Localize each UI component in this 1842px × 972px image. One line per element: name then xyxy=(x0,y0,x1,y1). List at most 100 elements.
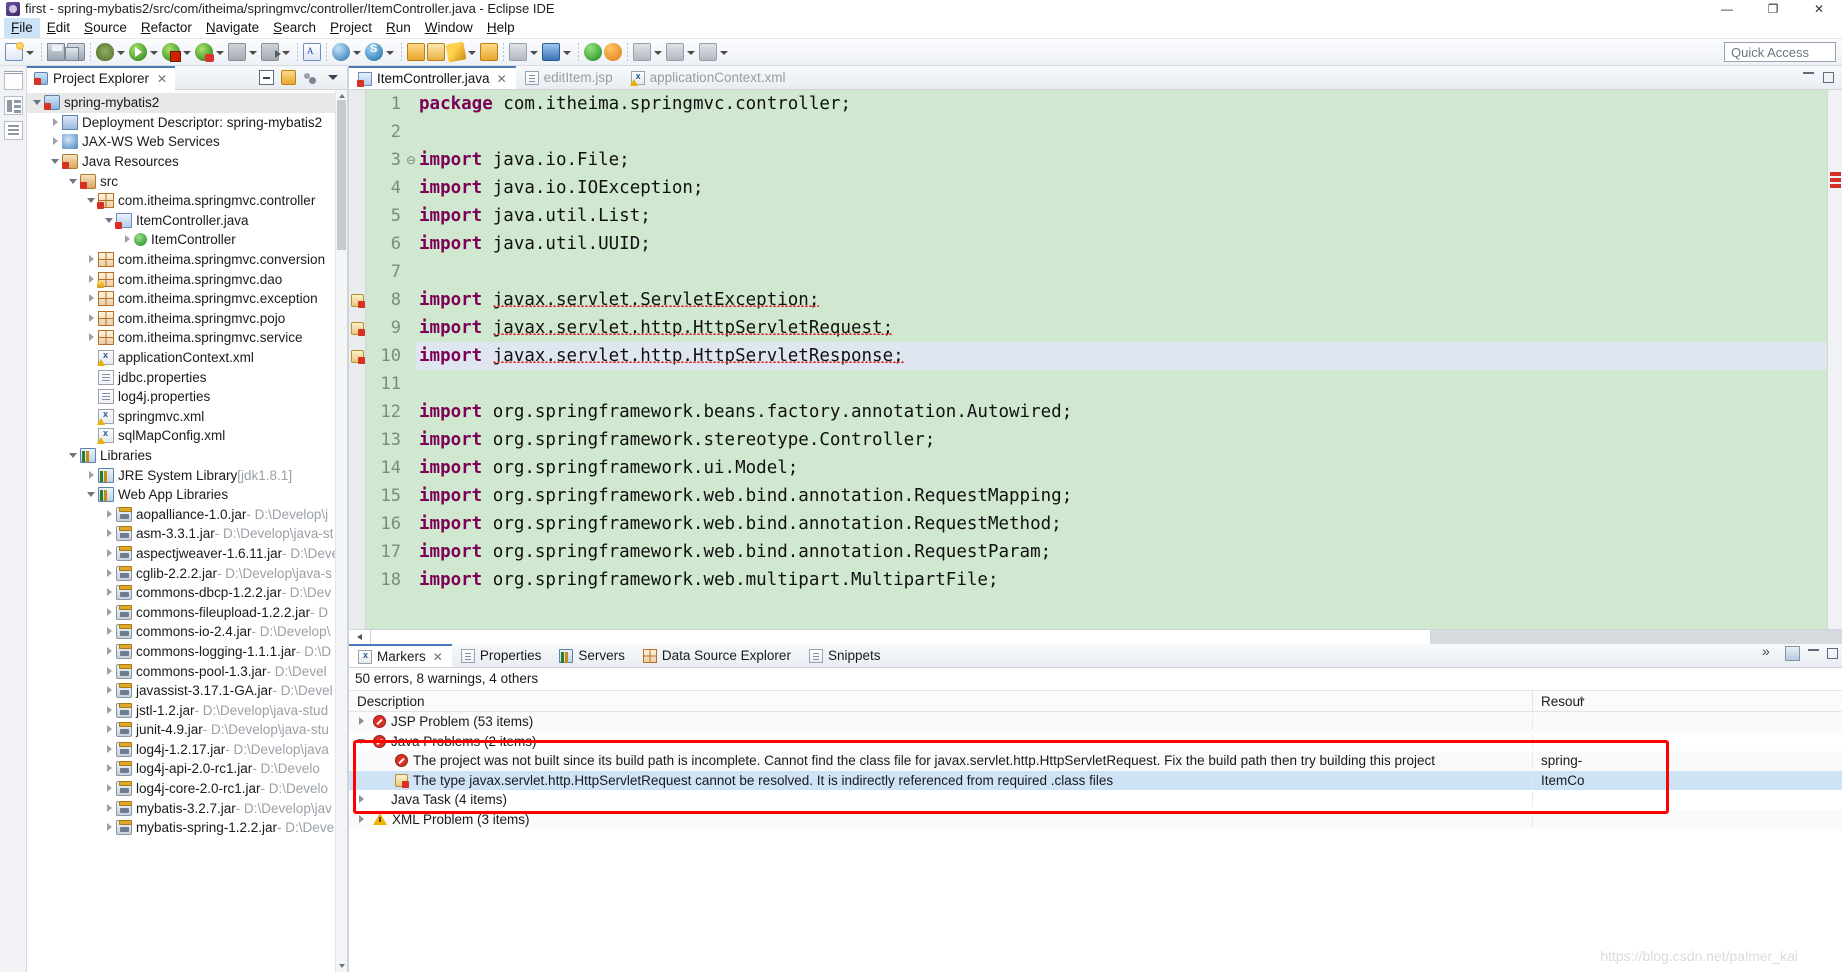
hscroll-track[interactable] xyxy=(371,629,1842,645)
tab-project-explorer[interactable]: Project Explorer ✕ xyxy=(27,65,176,90)
overview-ruler-error-mark[interactable] xyxy=(1830,172,1841,176)
chevron-right-icon[interactable] xyxy=(103,567,116,580)
code-line[interactable]: package com.itheima.springmvc.controller… xyxy=(416,90,1827,118)
minimize-editor-icon[interactable] xyxy=(1803,72,1814,83)
tree-item[interactable]: springmvc.xml xyxy=(27,407,347,427)
tree-item[interactable]: log4j.properties xyxy=(27,387,347,407)
chevron-right-icon[interactable] xyxy=(355,793,368,806)
tree-item[interactable]: log4j-api-2.0-rc1.jar - D:\Develo xyxy=(27,759,347,779)
chevron-right-icon[interactable] xyxy=(103,684,116,697)
next-annotation-dropdown-icon[interactable] xyxy=(561,43,572,61)
tree-item[interactable]: commons-io-2.4.jar - D:\Develop\ xyxy=(27,622,347,642)
tree-item[interactable]: src xyxy=(27,171,347,191)
view-tab-snippets[interactable]: Snippets xyxy=(800,644,890,667)
fold-toggle-icon[interactable]: ⊖ xyxy=(406,146,416,174)
tree-item[interactable]: commons-fileupload-1.2.2.jar - D xyxy=(27,602,347,622)
chevron-right-icon[interactable] xyxy=(355,813,368,826)
explorer-scrollbar[interactable] xyxy=(335,90,347,972)
tree-item[interactable]: JRE System Library [jdk1.8.1] xyxy=(27,465,347,485)
tree-item[interactable]: com.itheima.springmvc.controller xyxy=(27,191,347,211)
menu-item-project[interactable]: Project xyxy=(323,18,379,38)
search-dropdown-icon[interactable] xyxy=(384,43,395,61)
search-icon[interactable] xyxy=(365,43,383,61)
tree-item[interactable]: Deployment Descriptor: spring-mybatis2 xyxy=(27,113,347,133)
chevron-right-icon[interactable] xyxy=(121,233,134,246)
view-menu-arrows-icon[interactable] xyxy=(1762,643,1777,661)
open-perspective-icon[interactable] xyxy=(480,43,498,61)
step-icon[interactable] xyxy=(261,43,281,61)
marker-row[interactable]: The type javax.servlet.http.HttpServletR… xyxy=(349,770,1842,790)
marker-row[interactable]: Java Task (4 items) xyxy=(349,790,1842,810)
run-server-icon[interactable] xyxy=(584,43,602,61)
new-wizard-dropdown-icon[interactable] xyxy=(24,43,35,61)
chevron-right-icon[interactable] xyxy=(103,547,116,560)
tree-item[interactable]: javassist-3.17.1-GA.jar - D:\Devel xyxy=(27,681,347,701)
quick-access-input[interactable]: Quick Access xyxy=(1724,42,1836,62)
tree-item[interactable]: mybatis-spring-1.2.2.jar - D:\Deve xyxy=(27,818,347,838)
close-button[interactable]: ✕ xyxy=(1796,0,1842,17)
tree-item[interactable]: aspectjweaver-1.6.11.jar - D:\Deve xyxy=(27,544,347,564)
marker-row[interactable]: XML Problem (3 items) xyxy=(349,809,1842,829)
open-type-dropdown-icon[interactable] xyxy=(351,43,362,61)
build-problem-marker-icon[interactable] xyxy=(351,294,365,308)
tree-item[interactable]: spring-mybatis2 xyxy=(27,93,347,113)
chevron-right-icon[interactable] xyxy=(85,469,98,482)
tree-item[interactable]: junit-4.9.jar - D:\Develop\java-stu xyxy=(27,720,347,740)
terminate-dropdown-icon[interactable] xyxy=(247,43,258,61)
chevron-right-icon[interactable] xyxy=(103,821,116,834)
chevron-right-icon[interactable] xyxy=(49,135,62,148)
tree-item[interactable]: Java Resources xyxy=(27,152,347,172)
build-problem-marker-icon[interactable] xyxy=(351,322,365,336)
tree-item[interactable]: com.itheima.springmvc.pojo xyxy=(27,309,347,329)
view-tab-properties[interactable]: Properties xyxy=(452,644,551,667)
run-configuration-icon[interactable] xyxy=(162,43,181,62)
chevron-right-icon[interactable] xyxy=(103,527,116,540)
tree-item[interactable]: ItemController xyxy=(27,230,347,250)
tree-item[interactable]: log4j-1.2.17.jar - D:\Develop\java xyxy=(27,740,347,760)
view-tab-markers[interactable]: Markers ✕ xyxy=(349,644,452,667)
overview-ruler-error-mark[interactable] xyxy=(1830,184,1841,188)
tree-item[interactable]: com.itheima.springmvc.exception xyxy=(27,289,347,309)
step-dropdown-icon[interactable] xyxy=(280,43,291,61)
maximize-view-icon[interactable] xyxy=(1827,648,1838,659)
tree-item[interactable]: jstl-1.2.jar - D:\Develop\java-stud xyxy=(27,700,347,720)
next-annotation-icon[interactable] xyxy=(542,43,560,61)
marker-row[interactable]: JSP Problem (53 items) xyxy=(349,712,1842,732)
overview-ruler-error-mark[interactable] xyxy=(1830,178,1841,182)
open-resource-icon[interactable] xyxy=(407,43,425,61)
code-line[interactable]: import java.io.IOException; xyxy=(416,174,1827,202)
run-dropdown-icon[interactable] xyxy=(148,43,159,61)
marker-row[interactable]: The project was not built since its buil… xyxy=(349,751,1842,771)
menu-item-window[interactable]: Window xyxy=(418,18,480,38)
editor-marker-gutter[interactable] xyxy=(349,90,366,629)
tree-item[interactable]: mybatis-3.2.7.jar - D:\Develop\jav xyxy=(27,798,347,818)
menu-item-run[interactable]: Run xyxy=(379,18,418,38)
previous-annotation-dropdown-icon[interactable] xyxy=(528,43,539,61)
chevron-right-icon[interactable] xyxy=(103,586,116,599)
menu-item-help[interactable]: Help xyxy=(480,18,522,38)
code-line[interactable]: import org.springframework.web.bind.anno… xyxy=(416,538,1827,566)
pencil-dropdown-icon[interactable] xyxy=(466,43,477,61)
project-explorer-rail-icon[interactable] xyxy=(3,96,23,115)
collapse-all-icon[interactable] xyxy=(259,70,274,85)
markers-table[interactable]: JSP Problem (53 items) Java Problems (2 i… xyxy=(349,712,1842,972)
history-icon[interactable] xyxy=(699,43,717,61)
previous-annotation-icon[interactable] xyxy=(509,43,527,61)
menu-item-source[interactable]: Source xyxy=(77,18,134,38)
run-icon[interactable] xyxy=(129,43,147,61)
editor-tab-edititem-jsp[interactable]: editItem.jsp xyxy=(516,66,622,89)
back-dropdown-icon[interactable] xyxy=(652,43,663,61)
project-tree[interactable]: spring-mybatis2 Deployment Descriptor: sp… xyxy=(27,90,347,972)
open-type-icon[interactable] xyxy=(332,43,350,61)
chevron-right-icon[interactable] xyxy=(85,253,98,266)
tree-item[interactable]: cglib-2.2.2.jar - D:\Develop\java-s xyxy=(27,563,347,583)
chevron-right-icon[interactable] xyxy=(103,704,116,717)
chevron-down-icon[interactable] xyxy=(355,735,368,748)
code-line[interactable]: import org.springframework.beans.factory… xyxy=(416,398,1827,426)
code-line[interactable] xyxy=(416,258,1827,286)
editor-folding-gutter[interactable]: ⊖ xyxy=(406,90,416,629)
tree-item[interactable]: aopalliance-1.0.jar - D:\Develop\j xyxy=(27,504,347,524)
maximize-editor-icon[interactable] xyxy=(1823,72,1834,83)
scrollbar-thumb[interactable] xyxy=(337,100,346,250)
chevron-right-icon[interactable] xyxy=(103,743,116,756)
